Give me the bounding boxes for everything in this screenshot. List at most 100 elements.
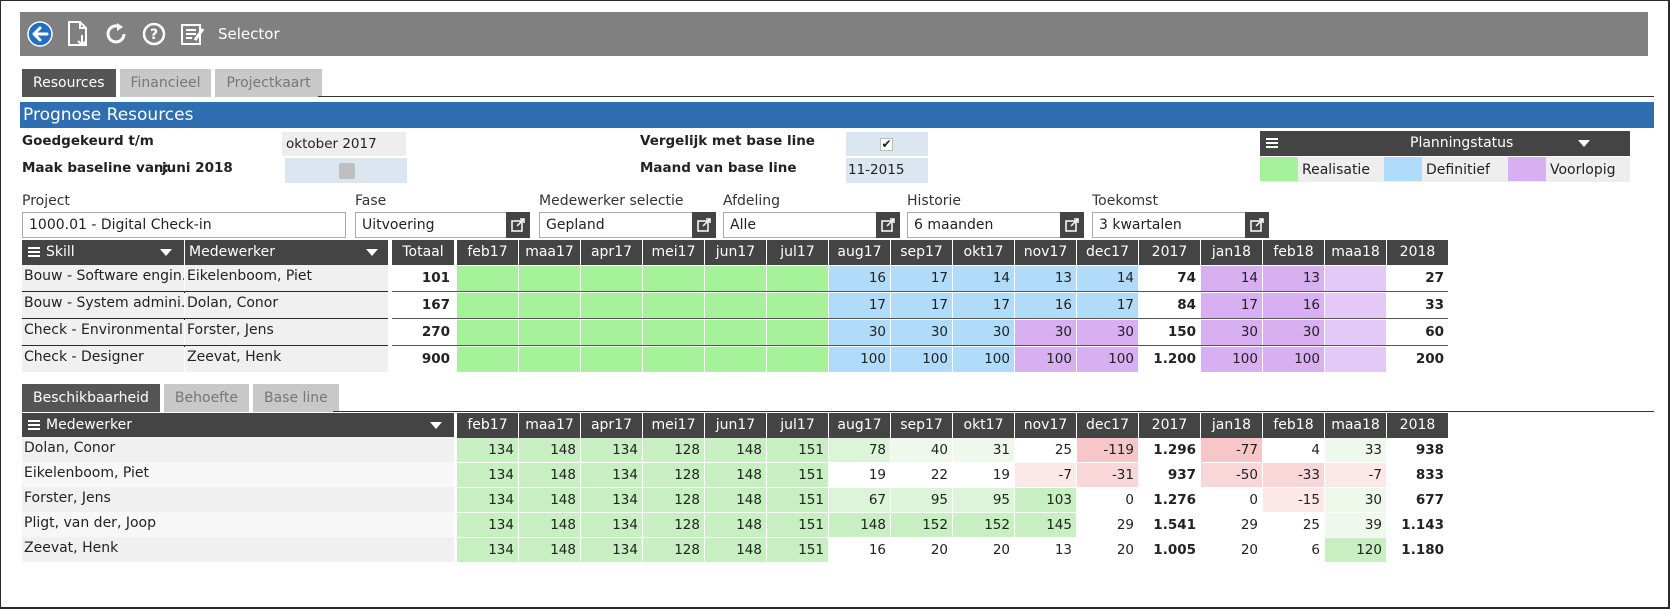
planning-status-header[interactable]: Planningstatus bbox=[1260, 131, 1630, 156]
table-cell: 30 bbox=[829, 320, 890, 345]
table-cell: 148 bbox=[705, 513, 766, 537]
external-link-icon[interactable] bbox=[876, 212, 900, 238]
chevron-down-icon[interactable] bbox=[1578, 140, 1590, 147]
table-cell: 0 bbox=[1249, 492, 1258, 508]
back-icon[interactable] bbox=[26, 20, 54, 48]
month-column-header[interactable]: jan18 bbox=[1201, 240, 1262, 265]
row-divider bbox=[392, 318, 1448, 319]
edit-form-icon[interactable] bbox=[178, 20, 206, 48]
table-cell: 128 bbox=[643, 438, 704, 462]
tab-beschikbaarheid[interactable]: Beschikbaarheid bbox=[22, 384, 160, 412]
chevron-down-icon[interactable] bbox=[430, 422, 442, 429]
employee-column-header[interactable]: Medewerker bbox=[185, 240, 388, 265]
table-cell bbox=[457, 266, 518, 291]
table-cell: 128 bbox=[643, 538, 704, 562]
month-column-header[interactable]: apr17 bbox=[581, 413, 642, 438]
month-column-header[interactable]: 2017 bbox=[1139, 413, 1200, 438]
external-link-icon[interactable] bbox=[506, 212, 530, 238]
table-cell: 17 bbox=[1077, 293, 1138, 318]
table-cell: 17 bbox=[829, 293, 890, 318]
tab-behoefte[interactable]: Behoefte bbox=[163, 384, 249, 412]
skill-column-header[interactable]: Skill bbox=[22, 240, 184, 265]
filter-medewerker-input[interactable]: Gepland bbox=[539, 212, 695, 238]
filter-afdeling-input[interactable]: Alle bbox=[723, 212, 879, 238]
employee-cell: Eikelenboom, Piet bbox=[185, 265, 388, 291]
total-column-header[interactable]: Totaal bbox=[392, 240, 454, 265]
table-cell: 17 bbox=[891, 293, 952, 318]
filter-toekomst-input[interactable]: 3 kwartalen bbox=[1092, 212, 1248, 238]
month-column-header[interactable]: apr17 bbox=[581, 240, 642, 265]
tab-financieel[interactable]: Financieel bbox=[119, 69, 212, 97]
month-column-header[interactable]: okt17 bbox=[953, 240, 1014, 265]
table-cell: 134 bbox=[581, 488, 642, 512]
definitief-swatch bbox=[1384, 157, 1422, 181]
table-cell: 84 bbox=[1177, 297, 1196, 313]
month-column-header[interactable]: feb18 bbox=[1263, 413, 1324, 438]
table-cell: -33 bbox=[1263, 463, 1324, 487]
external-link-icon[interactable] bbox=[1060, 212, 1084, 238]
month-column-header[interactable]: feb18 bbox=[1263, 240, 1324, 265]
availability-employee-header[interactable]: Medewerker bbox=[22, 413, 454, 438]
month-column-header[interactable]: maa18 bbox=[1325, 240, 1386, 265]
table-cell: 150 bbox=[1167, 324, 1196, 340]
filter-historie-input[interactable]: 6 maanden bbox=[907, 212, 1063, 238]
month-column-header[interactable]: jun17 bbox=[705, 240, 766, 265]
month-column-header[interactable]: aug17 bbox=[829, 413, 890, 438]
external-link-icon[interactable] bbox=[692, 212, 716, 238]
month-column-header[interactable]: jan18 bbox=[1201, 413, 1262, 438]
month-column-header[interactable]: nov17 bbox=[1015, 240, 1076, 265]
compare-checkbox[interactable]: ✔ bbox=[880, 138, 893, 151]
baseline-toggle[interactable] bbox=[339, 163, 355, 179]
table-cell: 148 bbox=[519, 513, 580, 537]
month-column-header[interactable]: jun17 bbox=[705, 413, 766, 438]
skill-cell: Check - Environmental... bbox=[22, 319, 184, 345]
skill-cell: Check - Designer bbox=[22, 346, 184, 372]
row-divider bbox=[392, 345, 1448, 346]
month-column-header[interactable]: 2017 bbox=[1139, 240, 1200, 265]
month-column-header[interactable]: aug17 bbox=[829, 240, 890, 265]
month-column-header[interactable]: 2018 bbox=[1387, 240, 1448, 265]
legend-realisatie: Realisatie bbox=[1302, 162, 1370, 178]
table-cell bbox=[643, 347, 704, 372]
month-column-header[interactable]: maa18 bbox=[1325, 413, 1386, 438]
month-column-header[interactable]: maa17 bbox=[519, 240, 580, 265]
month-column-header[interactable]: mei17 bbox=[643, 240, 704, 265]
month-column-header[interactable]: feb17 bbox=[457, 240, 518, 265]
menu-icon[interactable] bbox=[28, 420, 40, 430]
month-column-header[interactable]: dec17 bbox=[1077, 413, 1138, 438]
month-column-header[interactable]: nov17 bbox=[1015, 413, 1076, 438]
table-cell bbox=[457, 320, 518, 345]
table-cell: 151 bbox=[767, 463, 828, 487]
tab-base-line[interactable]: Base line bbox=[252, 384, 339, 412]
menu-icon[interactable] bbox=[1266, 138, 1278, 148]
refresh-icon[interactable] bbox=[102, 20, 130, 48]
month-column-header[interactable]: okt17 bbox=[953, 413, 1014, 438]
month-column-header[interactable]: sep17 bbox=[891, 240, 952, 265]
tab-projectkaart[interactable]: Projectkaart bbox=[215, 69, 322, 97]
month-column-header[interactable]: jul17 bbox=[767, 413, 828, 438]
filter-fase-input[interactable]: Uitvoering bbox=[355, 212, 509, 238]
month-column-header[interactable]: maa17 bbox=[519, 413, 580, 438]
table-cell: 134 bbox=[457, 488, 518, 512]
table-cell: 148 bbox=[519, 438, 580, 462]
chevron-down-icon[interactable] bbox=[160, 249, 172, 256]
table-cell: 148 bbox=[705, 463, 766, 487]
help-icon[interactable]: ? bbox=[140, 20, 168, 48]
external-link-icon[interactable] bbox=[1245, 212, 1269, 238]
table-cell: 30 bbox=[1077, 320, 1138, 345]
month-column-header[interactable]: dec17 bbox=[1077, 240, 1138, 265]
table-cell: -15 bbox=[1263, 488, 1324, 512]
month-column-header[interactable]: mei17 bbox=[643, 413, 704, 438]
tab-resources[interactable]: Resources bbox=[22, 69, 116, 97]
toolbar: ? Selector bbox=[20, 12, 1648, 56]
month-column-header[interactable]: jul17 bbox=[767, 240, 828, 265]
menu-icon[interactable] bbox=[28, 247, 40, 257]
month-column-header[interactable]: 2018 bbox=[1387, 413, 1448, 438]
approved-value: oktober 2017 bbox=[286, 136, 377, 152]
table-cell: 100 bbox=[953, 347, 1014, 372]
export-document-icon[interactable] bbox=[64, 20, 92, 48]
month-column-header[interactable]: sep17 bbox=[891, 413, 952, 438]
chevron-down-icon[interactable] bbox=[366, 249, 378, 256]
month-column-header[interactable]: feb17 bbox=[457, 413, 518, 438]
filter-project-input[interactable]: 1000.01 - Digital Check-in bbox=[22, 212, 346, 238]
